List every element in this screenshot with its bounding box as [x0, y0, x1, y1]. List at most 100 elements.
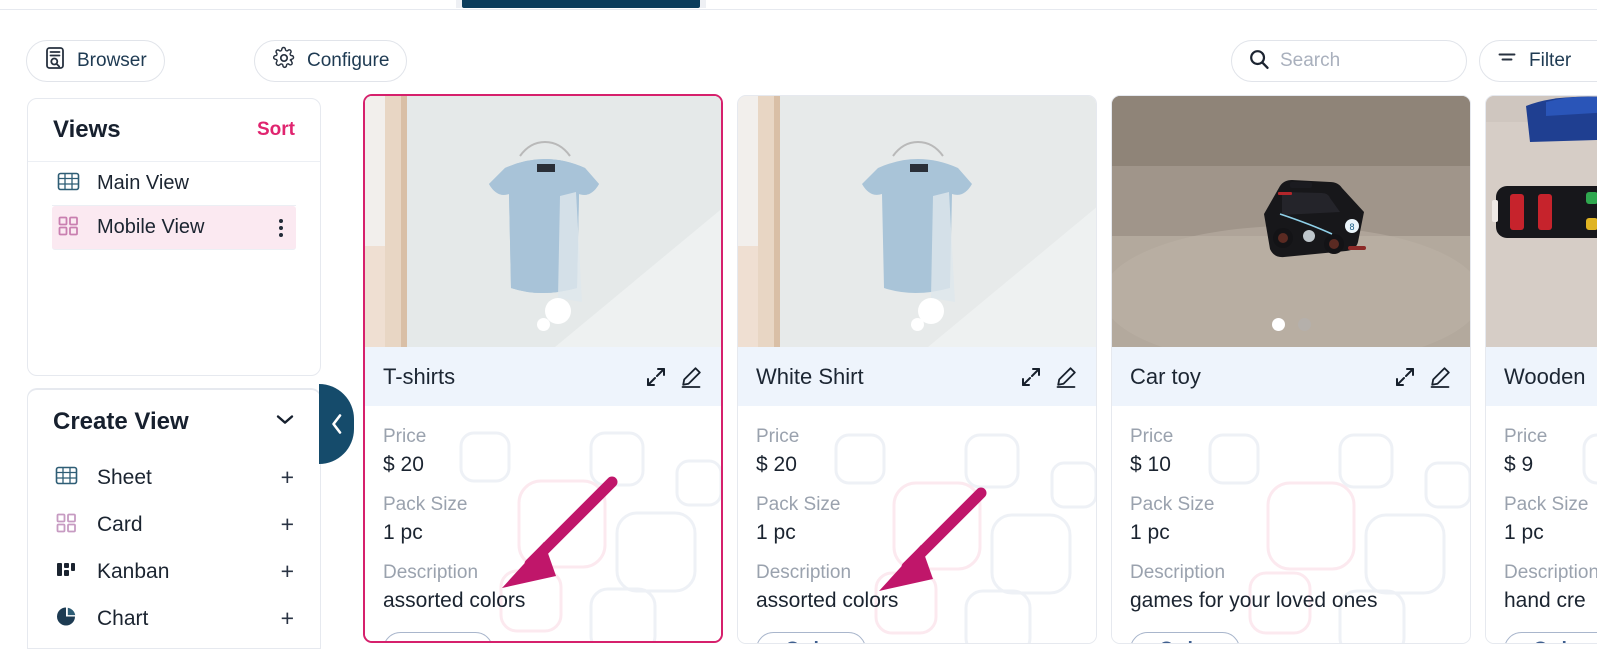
- card-field-description: Description games for your loved ones: [1130, 560, 1452, 616]
- order-button[interactable]: Order: [756, 632, 866, 643]
- field-label: Description: [383, 562, 479, 583]
- views-panel-header: Views Sort: [28, 99, 320, 162]
- image-carousel-dots[interactable]: [365, 318, 721, 331]
- create-view-sheet[interactable]: Sheet +: [28, 454, 320, 501]
- card-image[interactable]: [365, 96, 721, 347]
- carousel-dot[interactable]: [910, 318, 924, 331]
- product-card[interactable]: 8 Car toy Price $ 10 Pack Size 1 pc Desc…: [1111, 95, 1471, 644]
- card-body: Price $ 9 Pack Size 1 pc Description han…: [1486, 406, 1597, 643]
- pencil-edit-icon[interactable]: [1054, 365, 1078, 389]
- chevron-down-icon[interactable]: [275, 413, 295, 431]
- filter-button[interactable]: Filter: [1479, 40, 1597, 82]
- card-body: Price $ 10 Pack Size 1 pc Description ga…: [1112, 406, 1470, 643]
- field-value: $ 10: [1130, 453, 1171, 476]
- create-view-item-label: Chart: [97, 606, 149, 630]
- blue-tshirt-on-hanger: [365, 96, 721, 347]
- field-label: Price: [383, 426, 427, 447]
- expand-arrows-icon[interactable]: [1020, 366, 1042, 388]
- add-chart-view-button[interactable]: +: [281, 605, 294, 632]
- card-field-price: Price $ 10: [1130, 424, 1452, 480]
- pencil-edit-icon[interactable]: [1428, 365, 1452, 389]
- sidebar-item-main-view[interactable]: Main View: [52, 162, 296, 206]
- svg-text:8: 8: [1349, 222, 1354, 232]
- card-title: Car toy: [1130, 363, 1201, 389]
- create-view-header[interactable]: Create View: [28, 390, 320, 454]
- toolbar: Browser Configure Search Filter: [0, 10, 1597, 90]
- field-value: assorted colors: [383, 589, 526, 612]
- card-body: Price $ 20 Pack Size 1 pc Description as…: [738, 406, 1096, 643]
- field-label: Price: [1130, 426, 1174, 447]
- create-view-chart[interactable]: Chart +: [28, 595, 320, 642]
- order-button[interactable]: Order: [1504, 632, 1597, 643]
- create-view-card[interactable]: Card +: [28, 501, 320, 548]
- chevron-left-icon: [329, 411, 345, 437]
- create-view-item-label: Card: [97, 512, 143, 536]
- pie-chart-icon: [54, 604, 79, 634]
- add-kanban-view-button[interactable]: +: [281, 558, 294, 585]
- expand-arrows-icon[interactable]: [645, 366, 667, 388]
- search-input[interactable]: [1280, 50, 1450, 72]
- grid-sheet-icon: [56, 169, 81, 199]
- card-header: T-shirts: [365, 347, 721, 406]
- field-value: 1 pc: [1130, 521, 1170, 544]
- views-panel: Views Sort Main View Mobile View: [27, 98, 321, 376]
- field-label: Pack Size: [1130, 494, 1215, 515]
- carousel-dot[interactable]: [536, 318, 550, 331]
- filter-button-label: Filter: [1529, 50, 1572, 71]
- order-button[interactable]: Order: [1130, 632, 1240, 643]
- card-view-app: Browser Configure Search Filter Views So…: [0, 0, 1597, 649]
- pencil-edit-icon[interactable]: [679, 365, 703, 389]
- card-field-pack-size: Pack Size 1 pc: [1130, 492, 1452, 548]
- create-view-item-label: Kanban: [97, 559, 170, 583]
- card-grid: T-shirts Price $ 20 Pack Size 1 pc Descr…: [360, 90, 1597, 649]
- configure-button[interactable]: Configure: [254, 40, 408, 82]
- field-label: Price: [756, 426, 800, 447]
- card-field-pack-size: Pack Size 1 pc: [1504, 492, 1597, 548]
- field-value: $ 20: [383, 453, 424, 476]
- grid-sheet-icon: [54, 463, 79, 493]
- carousel-dot[interactable]: [1271, 318, 1285, 331]
- sidebar-item-mobile-view[interactable]: Mobile View: [52, 206, 296, 250]
- create-view-kanban[interactable]: Kanban +: [28, 548, 320, 595]
- field-value: $ 9: [1504, 453, 1534, 476]
- carousel-dot[interactable]: [1297, 318, 1311, 331]
- card-title: T-shirts: [383, 363, 456, 389]
- active-tab-indicator[interactable]: [456, 0, 706, 8]
- card-field-pack-size: Pack Size 1 pc: [756, 492, 1078, 548]
- add-sheet-view-button[interactable]: +: [281, 464, 294, 491]
- field-value: 1 pc: [383, 521, 423, 544]
- views-sort-button[interactable]: Sort: [257, 119, 295, 141]
- add-card-view-button[interactable]: +: [281, 511, 294, 538]
- image-carousel-dots[interactable]: [1112, 318, 1470, 331]
- browser-button[interactable]: Browser: [26, 40, 165, 82]
- order-button[interactable]: Order: [383, 632, 493, 641]
- sidebar-collapse-handle[interactable]: [319, 384, 354, 464]
- product-card[interactable]: Wooden Price $ 9 Pack Size 1 pc Descript: [1485, 95, 1597, 644]
- gear-icon: [272, 46, 296, 76]
- more-options-icon[interactable]: [272, 217, 290, 239]
- card-image[interactable]: 8: [1112, 96, 1470, 347]
- browser-button-label: Browser: [77, 50, 147, 71]
- image-carousel-dots[interactable]: [738, 318, 1096, 331]
- configure-button-label: Configure: [307, 50, 390, 71]
- tab-strip: [0, 0, 1597, 10]
- card-field-price: Price $ 20: [383, 424, 703, 480]
- field-value: assorted colors: [756, 589, 899, 612]
- field-value: hand cre: [1504, 589, 1586, 612]
- browser-database-icon: [44, 46, 66, 76]
- card-image[interactable]: [738, 96, 1096, 347]
- card-field-pack-size: Pack Size 1 pc: [383, 492, 703, 548]
- card-header: White Shirt: [738, 347, 1096, 406]
- expand-arrows-icon[interactable]: [1394, 366, 1416, 388]
- card-field-price: Price $ 20: [756, 424, 1078, 480]
- product-card[interactable]: White Shirt Price $ 20 Pack Size 1 pc De…: [737, 95, 1097, 644]
- field-value: 1 pc: [1504, 521, 1544, 544]
- product-card[interactable]: T-shirts Price $ 20 Pack Size 1 pc Descr…: [363, 94, 723, 643]
- field-label: Pack Size: [1504, 494, 1589, 515]
- search-box[interactable]: [1231, 40, 1467, 82]
- create-view-title: Create View: [53, 408, 189, 435]
- filter-icon: [1496, 47, 1518, 75]
- card-field-price: Price $ 9: [1504, 424, 1597, 480]
- card-image[interactable]: [1486, 96, 1597, 347]
- toy-cars-on-table: [1486, 96, 1597, 347]
